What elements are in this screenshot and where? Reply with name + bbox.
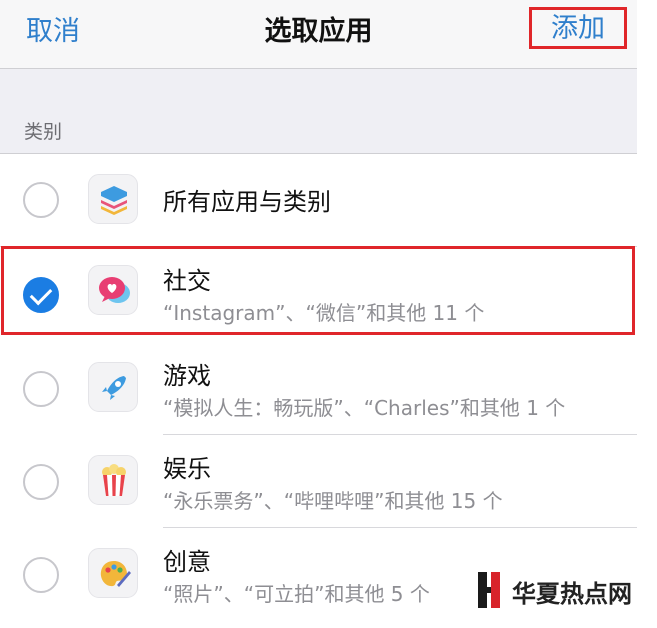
add-button[interactable]: 添加 [529,7,627,49]
row-title: 所有应用与类别 [163,188,331,216]
row-title: 娱乐 [163,455,211,483]
radio-button[interactable] [23,182,59,218]
row-title: 社交 [163,267,211,295]
popcorn-icon [88,455,138,505]
radio-button[interactable] [23,371,59,407]
right-edge-strip [637,0,657,628]
section-header: 类别 [0,69,637,154]
list-item-games[interactable]: 游戏 “模拟人生：畅玩版”、“Charles”和其他 1 个 [0,342,637,434]
palette-icon [88,548,138,598]
radio-button-checked[interactable] [23,277,59,313]
section-label-category: 类别 [24,121,63,143]
row-subtitle: “永乐票务”、“哔哩哔哩”和其他 15 个 [163,489,503,513]
list-item-all-apps[interactable]: 所有应用与类别 [0,154,637,246]
list-item-social[interactable]: 社交 “Instagram”、“微信”和其他 11 个 [0,247,637,335]
radio-button[interactable] [23,464,59,500]
row-title: 创意 [163,548,211,576]
watermark-logo-icon [478,572,500,608]
watermark-text: 华夏热点网 [512,580,632,608]
stack-layers-icon [88,174,138,224]
row-subtitle: “模拟人生：畅玩版”、“Charles”和其他 1 个 [163,396,566,420]
row-subtitle: “照片”、“可立拍”和其他 5 个 [163,582,430,606]
navigation-bar: 取消 选取应用 添加 [0,0,637,69]
row-subtitle: “Instagram”、“微信”和其他 11 个 [163,301,485,325]
watermark: 华夏热点网 [476,566,657,614]
row-title: 游戏 [163,362,211,390]
radio-button[interactable] [23,557,59,593]
choose-apps-screen: 取消 选取应用 添加 类别 所有应用与类别 社交 “Instagram”、“微信… [0,0,657,628]
list-item-entertainment[interactable]: 娱乐 “永乐票务”、“哔哩哔哩”和其他 15 个 [0,435,637,527]
rocket-icon [88,362,138,412]
social-chat-heart-icon [88,265,138,315]
